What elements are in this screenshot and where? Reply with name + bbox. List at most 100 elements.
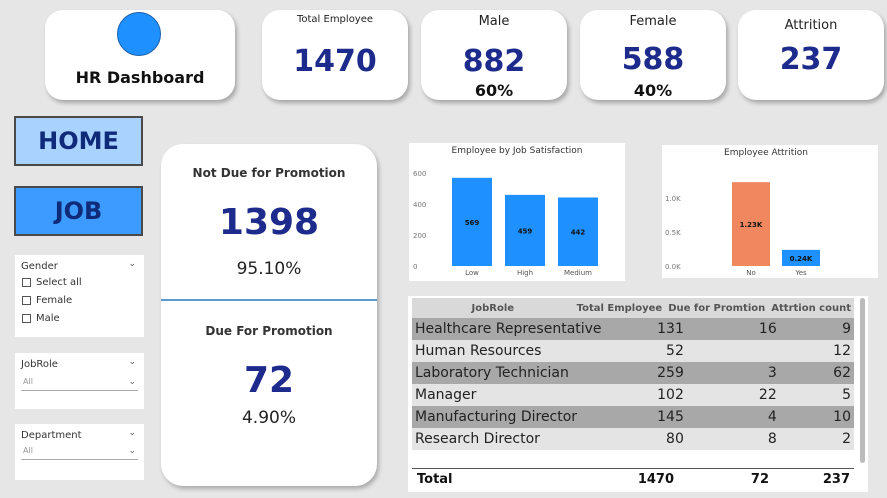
x-tick-label: Medium [564,269,592,277]
y-tick-label: 600 [413,170,426,178]
chart-title: Employee Attrition [724,148,808,158]
jobrole-cell: Manufacturing Director [412,406,605,428]
table-row[interactable]: Laboratory Technician 259 3 62 [412,362,854,384]
jobrole-cell: Laboratory Technician [412,362,605,384]
x-tick-label: Yes [794,269,807,277]
x-tick-label: No [746,269,756,277]
column-header[interactable]: Attrtion count [768,298,854,318]
job-button[interactable]: JOB [14,186,143,236]
table-body-viewport: Healthcare Representative 131 16 9 Human Res… [412,318,854,450]
kpi-percent: 40% [633,81,673,100]
table-row[interactable]: Manager 102 22 5 [412,384,854,406]
table-header-row: JobRole Total Employee Due for Promtion … [412,298,854,318]
checkbox[interactable] [22,296,31,305]
total-label: Total [417,472,453,487]
jobrole-cell: Healthcare Representative [412,318,605,340]
jobrole-cell: Manager [412,384,605,406]
numeric-cell [686,340,780,362]
column-header[interactable]: JobRole [412,298,574,318]
jobrole-cell: Research Director [412,428,605,450]
table-row[interactable]: Human Resources 52 12 [412,340,854,362]
total-due-promotion: 72 [750,472,769,487]
checkbox[interactable] [22,314,31,323]
chart-title: Employee by Job Satisfaction [452,146,583,156]
not-due-label: Not Due for Promotion [192,166,346,180]
kpi-label: Male [478,14,510,29]
due-label: Due For Promotion [205,324,333,338]
table-total-row: Total 1470 72 237 [412,468,854,490]
numeric-cell: 62 [779,362,854,384]
chevron-down-icon[interactable]: ⌄ [128,259,136,269]
gender-option-male[interactable]: Male [22,313,60,324]
x-tick-label: High [517,269,533,277]
slicer-title: Department [21,430,82,441]
column-header[interactable]: Due for Promtion [665,298,769,318]
column-header[interactable]: Total Employee [573,298,666,318]
gender-option-female[interactable]: Female [22,295,72,306]
department-slicer: Department ⌄ All ⌄ [15,424,144,480]
y-tick-label: 0.0K [665,263,681,271]
kpi-value: 882 [462,44,526,79]
home-button[interactable]: HOME [14,116,143,166]
numeric-cell: 52 [604,340,687,362]
jobrole-slicer: JobRole ⌄ All ⌄ [15,353,144,409]
y-tick-label: 400 [413,201,426,209]
attrition-chart-svg: Employee Attrition 0.0K 0.5K 1.0K 1.23K No 0.… [665,148,820,277]
kpi-value: 237 [779,42,843,77]
option-label: Select all [36,277,82,288]
not-due-percent: 95.10% [236,259,302,279]
slicer-title: JobRole [21,359,58,370]
gender-slicer: Gender ⌄ Select all Female Male [15,255,144,337]
not-due-value: 1398 [218,202,320,243]
numeric-cell: 16 [686,318,780,340]
total-employee: 1470 [637,472,674,487]
option-label: Female [36,295,73,306]
due-percent: 4.90% [241,408,296,428]
checkbox[interactable] [22,278,31,287]
table-scrollbar[interactable] [860,298,865,463]
data-label: 569 [465,219,480,227]
job-satisfaction-chart: Employee by Job Satisfaction 0 200 400 600 5… [409,143,625,281]
logo-circle [117,12,161,56]
data-label: 459 [518,227,533,235]
kpi-percent: 60% [474,81,514,100]
numeric-cell: 5 [779,384,854,406]
job-satisfaction-chart-svg: Employee by Job Satisfaction 0 200 400 600 5… [413,146,598,277]
y-tick-label: 0.5K [665,229,681,237]
kpi-total-employee: Total Employee 1470 [262,10,408,100]
chevron-down-icon[interactable]: ⌄ [128,428,136,438]
department-dropdown[interactable]: All ⌄ [21,446,138,460]
numeric-cell: 80 [604,428,687,450]
x-tick-label: Low [465,269,479,277]
numeric-cell: 131 [604,318,687,340]
title-card: HR Dashboard [45,10,235,100]
jobrole-cell: Human Resources [412,340,605,362]
kpi-value: 588 [621,42,685,77]
data-label: 0.24K [790,255,813,263]
jobrole-table: JobRole Total Employee Due for Promtion … [412,298,854,450]
kpi-label: Total Employee [296,14,374,25]
due-value: 72 [243,360,295,401]
dropdown-value: All [23,446,33,455]
jobrole-dropdown[interactable]: All ⌄ [21,377,138,391]
chevron-down-icon: ⌄ [128,446,136,456]
kpi-female: Female 588 40% [580,10,726,100]
table-row[interactable]: Manufacturing Director 145 4 10 [412,406,854,428]
kpi-male: Male 882 60% [421,10,567,100]
dropdown-value: All [23,377,33,386]
chevron-down-icon: ⌄ [128,377,136,387]
numeric-cell: 259 [604,362,687,384]
table-row[interactable]: Research Director 80 8 2 [412,428,854,450]
chevron-down-icon[interactable]: ⌄ [128,357,136,367]
numeric-cell: 102 [604,384,687,406]
table-row[interactable]: Healthcare Representative 131 16 9 [412,318,854,340]
y-tick-label: 200 [413,232,426,240]
kpi-attrition: Attrition 237 [738,10,884,100]
numeric-cell: 10 [779,406,854,428]
numeric-cell: 8 [686,428,780,450]
gender-option-select-all[interactable]: Select all [22,277,82,288]
attrition-chart: Employee Attrition 0.0K 0.5K 1.0K 1.23K No 0.… [662,145,878,278]
page-title: HR Dashboard [75,68,205,87]
kpi-label: Attrition [784,18,838,33]
numeric-cell: 2 [779,428,854,450]
